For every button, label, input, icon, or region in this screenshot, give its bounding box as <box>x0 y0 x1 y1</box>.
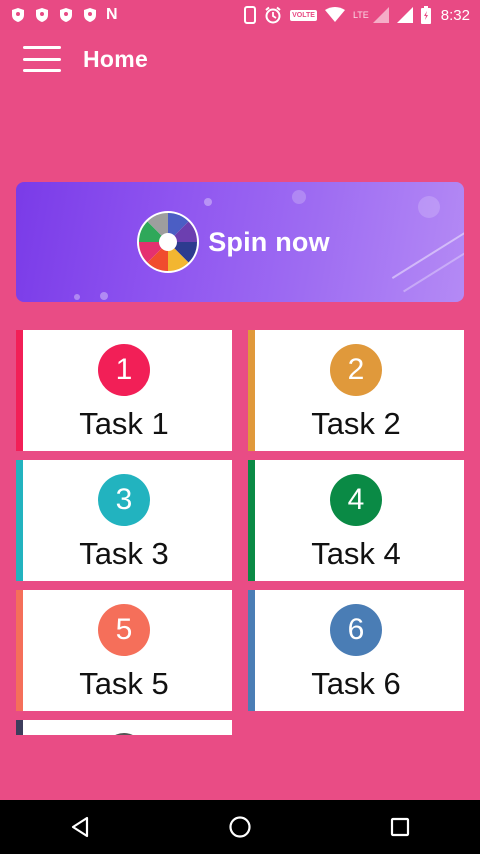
banner-streak <box>391 219 464 279</box>
task-number-badge: 3 <box>98 474 150 526</box>
wifi-icon <box>324 7 345 23</box>
task-label: Task 5 <box>79 666 169 701</box>
task-card-2[interactable]: 2 Task 2 <box>248 330 464 451</box>
task-label: Task 2 <box>311 406 401 441</box>
shield-notification-icon <box>34 7 50 23</box>
phone-vibrate-icon <box>244 6 257 24</box>
page-title: Home <box>83 45 149 72</box>
signal-icon <box>372 7 389 23</box>
task-label: Task 6 <box>311 666 401 701</box>
shield-notification-icon <box>82 7 98 23</box>
task-card-1[interactable]: 1 Task 1 <box>16 330 232 451</box>
system-nav-bar <box>0 800 480 854</box>
card-accent <box>16 720 23 735</box>
task-number-badge: 1 <box>98 344 150 396</box>
task-card-7-partial[interactable] <box>16 720 232 735</box>
banner-glow <box>418 196 440 218</box>
spin-content: Spin now <box>136 210 330 274</box>
task-number-badge: 4 <box>330 474 382 526</box>
task-label: Task 3 <box>79 536 169 571</box>
status-indicators: VOLTE LTE 8:32 <box>244 6 470 24</box>
n-notification-icon: N <box>106 6 118 23</box>
shield-notification-icon <box>10 7 26 23</box>
task-number-badge: 2 <box>330 344 382 396</box>
lte-label: LTE <box>352 10 369 20</box>
spin-wheel-icon <box>137 211 200 273</box>
banner-glow <box>74 294 80 300</box>
home-button[interactable] <box>210 800 270 854</box>
recents-button[interactable] <box>370 800 430 854</box>
task-number-badge: 5 <box>98 604 150 656</box>
alarm-icon <box>264 6 282 24</box>
menu-line <box>23 69 61 72</box>
battery-icon <box>420 6 431 24</box>
shield-notification-icon <box>58 7 74 23</box>
task-card-6[interactable]: 6 Task 6 <box>248 590 464 711</box>
task-label: Task 1 <box>79 406 169 441</box>
volte-badge: VOLTE <box>290 9 317 21</box>
task-card-4[interactable]: 4 Task 4 <box>248 460 464 581</box>
status-bar: N VOLTE LTE 8:32 <box>0 0 480 30</box>
signal-icon <box>396 7 413 23</box>
spin-now-banner[interactable]: Spin now <box>16 182 464 302</box>
app-bar: Home <box>0 30 480 88</box>
task-number-badge <box>104 733 144 735</box>
menu-line <box>23 46 61 49</box>
back-button[interactable] <box>50 800 110 854</box>
menu-line <box>23 57 61 61</box>
status-notifications: N <box>10 6 118 24</box>
hamburger-menu-icon[interactable] <box>23 46 61 72</box>
back-triangle-icon <box>71 816 89 838</box>
task-number-badge: 6 <box>330 604 382 656</box>
banner-glow <box>204 198 212 206</box>
status-time: 8:32 <box>440 6 470 24</box>
task-card-3[interactable]: 3 Task 3 <box>16 460 232 581</box>
task-card-5[interactable]: 5 Task 5 <box>16 590 232 711</box>
banner-glow <box>100 292 108 300</box>
recents-square-icon <box>390 817 410 837</box>
banner-glow <box>292 190 306 204</box>
spin-now-label: Spin now <box>208 226 330 257</box>
home-circle-icon <box>229 816 251 838</box>
task-label: Task 4 <box>311 536 401 571</box>
